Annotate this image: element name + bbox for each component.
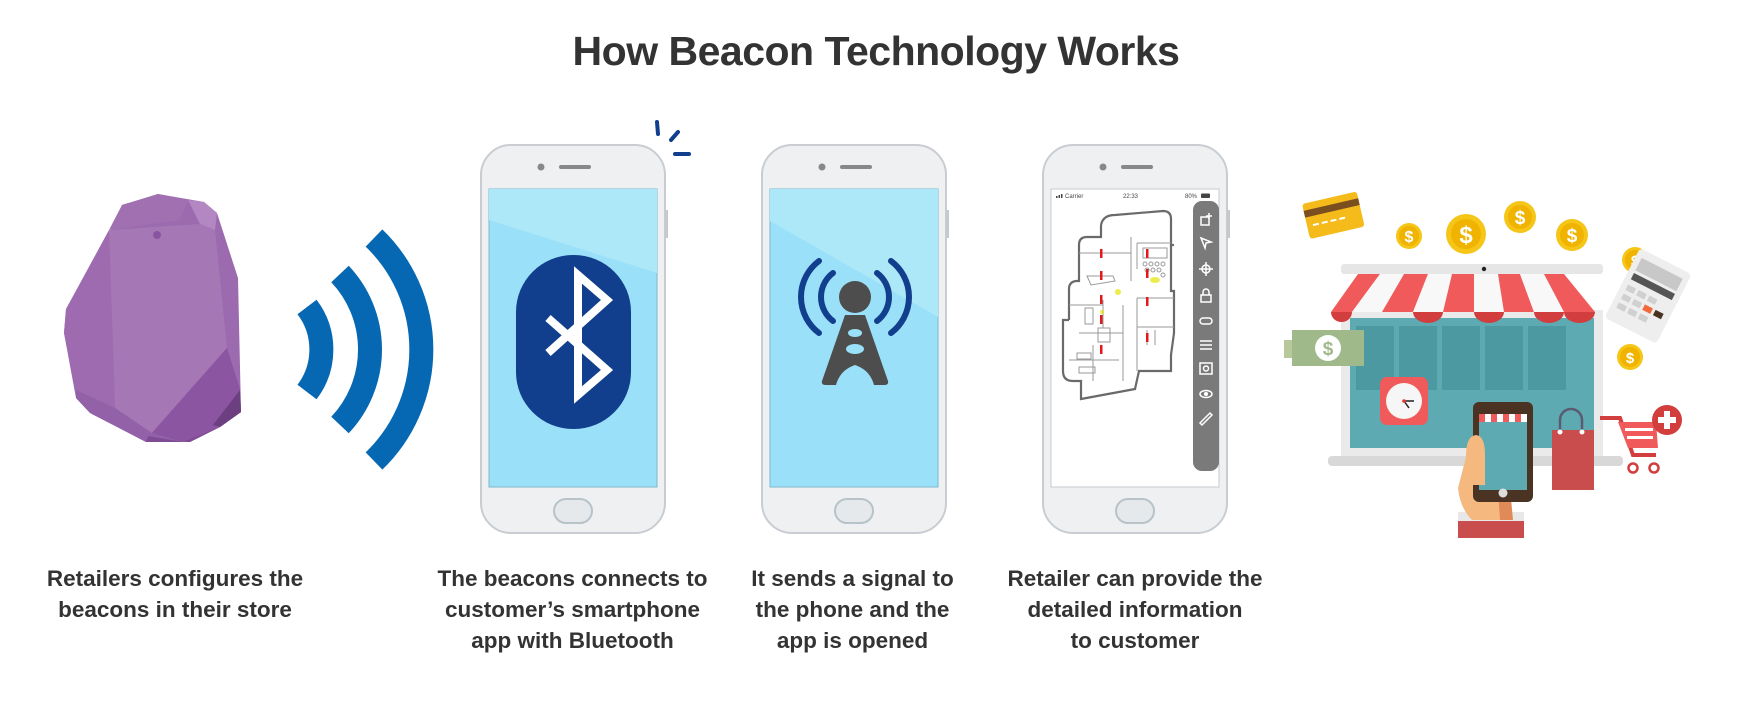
smartphone-bluetooth [480,120,691,534]
caption-line: app with Bluetooth [471,628,674,653]
caption-line: the phone and the [755,597,950,622]
step-2-illustration [480,110,701,535]
step-3-caption: It sends a signal to the phone and the a… [740,563,965,656]
step-3-illustration [761,144,952,535]
caption-line: The beacons connects to [437,566,708,591]
svg-text:$: $ [1515,208,1526,229]
step-4-illustration: Carrier 22:33 80% [1042,144,1233,535]
svg-text:$: $ [1567,226,1578,247]
svg-text:$: $ [1323,339,1334,360]
status-battery: 80% [1185,194,1198,200]
caption-line: Retailers configures the [46,566,304,591]
step-1-caption: Retailers configures the beacons in thei… [30,563,320,625]
caption-line: to customer [1070,628,1200,653]
online-store-icon: $ $ $ $ $ $ $ [1284,192,1691,538]
status-time: 22:33 [1123,194,1139,200]
svg-text:$: $ [1626,350,1635,367]
step-1-illustration [64,180,450,470]
step-2-caption: The beacons connects to customer’s smart… [430,563,715,656]
svg-text:$: $ [1405,229,1414,246]
calculator-icon [1605,249,1691,343]
credit-card-icon [1302,192,1365,239]
step-4-caption: Retailer can provide the detailed inform… [995,563,1275,656]
svg-text:$: $ [1459,222,1473,249]
money-icon: $ [1284,330,1364,366]
status-carrier: Carrier [1065,194,1083,200]
caption-line: Retailer can provide the [1007,566,1263,591]
status-bar: Carrier 22:33 80% [1056,193,1210,200]
smartphone-signal [761,144,949,534]
map-toolbar [1193,201,1219,471]
caption-line: detailed information [1027,597,1243,622]
step-5-illustration: $ $ $ $ $ $ $ [1284,190,1708,538]
caption-line: beacons in their store [58,597,292,622]
smartphone-floorplan: Carrier 22:33 80% [1042,144,1230,534]
caption-line: app is opened [776,628,929,653]
page-title: How Beacon Technology Works [572,28,1180,74]
signal-waves-icon [297,229,434,470]
clock-icon [1380,377,1428,425]
beacon-device-icon [64,194,434,470]
caption-line: It sends a signal to [751,566,954,591]
caption-line: customer’s smartphone [444,597,701,622]
sparkle-icon [655,120,691,156]
